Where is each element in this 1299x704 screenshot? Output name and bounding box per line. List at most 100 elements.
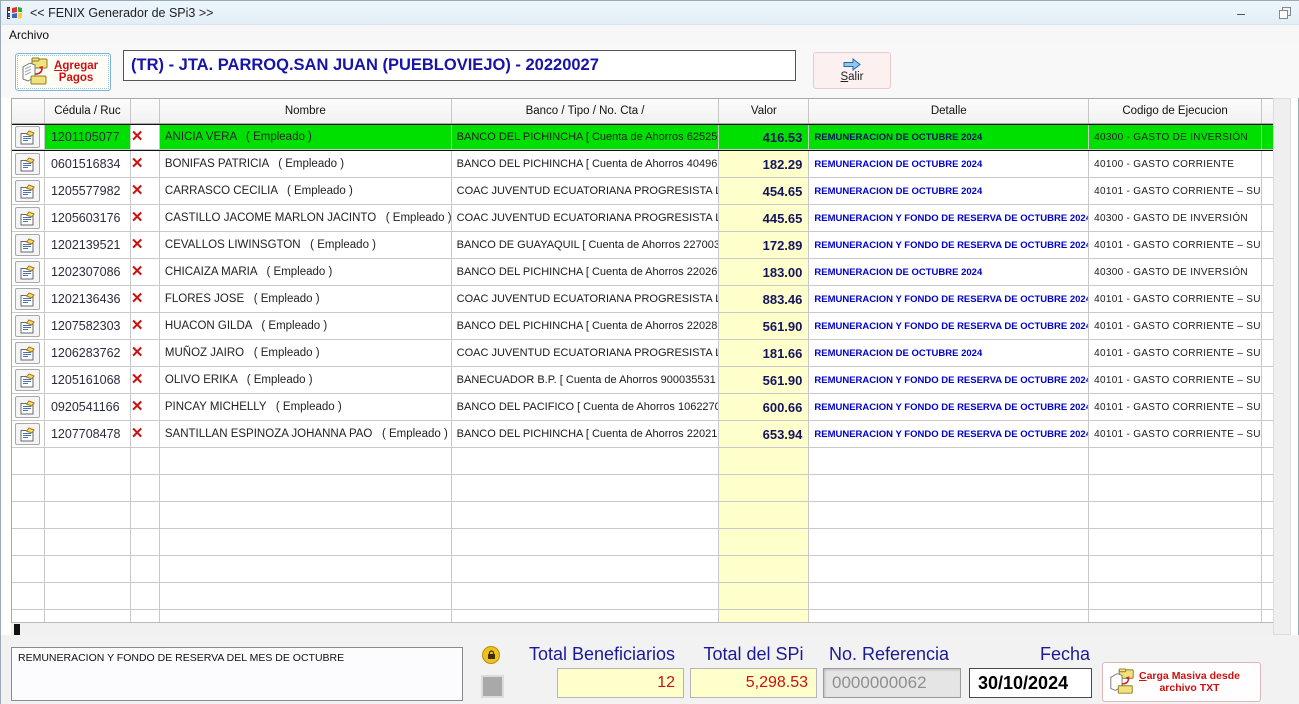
- valor-cell: [719, 475, 809, 502]
- table-row[interactable]: 1205603176 ✕ CASTILLO JACOME MARLON JACI…: [12, 205, 1273, 232]
- table-row[interactable]: 1206283762 ✕ MUÑOZ JAIRO ( Empleado ) CO…: [12, 340, 1273, 367]
- delete-row-button[interactable]: [131, 448, 160, 475]
- menu-archivo[interactable]: Archivo: [1, 25, 57, 46]
- edit-row-button[interactable]: [12, 421, 45, 448]
- header-banco[interactable]: Banco / Tipo / No. Cta /: [452, 99, 720, 123]
- row-filler: [1262, 259, 1273, 286]
- edit-row-button[interactable]: [12, 125, 45, 150]
- edit-record-icon: [15, 423, 40, 445]
- cedula-cell: 1205603176: [45, 205, 131, 232]
- table-row[interactable]: 1202136436 ✕ FLORES JOSE ( Empleado ) CO…: [12, 286, 1273, 313]
- delete-row-button[interactable]: [131, 475, 160, 502]
- spi-title-field[interactable]: (TR) - JTA. PARROQ.SAN JUAN (PUEBLOVIEJO…: [123, 50, 796, 81]
- cedula-cell: 1207582303: [45, 313, 131, 340]
- delete-row-button[interactable]: ✕: [131, 367, 160, 394]
- edit-row-button[interactable]: [12, 583, 45, 610]
- detalle-cell: REMUNERACION Y FONDO DE RESERVA DE OCTUB…: [809, 394, 1089, 421]
- agregar-pagos-label-line2: Pagos: [54, 72, 98, 84]
- delete-row-button[interactable]: ✕: [131, 313, 160, 340]
- edit-row-button[interactable]: [12, 232, 45, 259]
- horizontal-scroll-thumb[interactable]: [14, 624, 20, 635]
- table-row[interactable]: [12, 529, 1273, 556]
- delete-row-button[interactable]: ✕: [131, 421, 160, 448]
- nombre-cell: MUÑOZ JAIRO ( Empleado ): [160, 340, 452, 367]
- table-row[interactable]: [12, 556, 1273, 583]
- table-row[interactable]: 0920541166 ✕ PINCAY MICHELLY ( Empleado …: [12, 394, 1273, 421]
- header-codigo[interactable]: Codigo de Ejecucion: [1089, 99, 1262, 123]
- table-row[interactable]: [12, 475, 1273, 502]
- header-valor[interactable]: Valor: [719, 99, 809, 123]
- row-filler: [1262, 286, 1273, 313]
- cedula-cell: [45, 475, 131, 502]
- carga-masiva-button[interactable]: Carga Masiva desde archivo TXT: [1102, 662, 1261, 702]
- edit-row-button[interactable]: [12, 475, 45, 502]
- header-cedula[interactable]: Cédula / Ruc: [45, 99, 131, 123]
- table-row[interactable]: [12, 583, 1273, 610]
- delete-row-button[interactable]: ✕: [131, 178, 160, 205]
- header-detalle[interactable]: Detalle: [809, 99, 1089, 123]
- table-row[interactable]: 1207582303 ✕ HUACON GILDA ( Empleado ) B…: [12, 313, 1273, 340]
- edit-record-icon: [15, 207, 40, 229]
- edit-row-button[interactable]: [12, 178, 45, 205]
- table-row[interactable]: [12, 448, 1273, 475]
- edit-row-button[interactable]: [12, 502, 45, 529]
- total-beneficiarios-label: Total Beneficiarios: [516, 644, 688, 668]
- gray-toggle-button[interactable]: [481, 675, 504, 698]
- valor-cell: 181.66: [719, 340, 809, 367]
- edit-row-button[interactable]: [12, 151, 45, 178]
- table-row[interactable]: 1202307086 ✕ CHICAIZA MARIA ( Empleado )…: [12, 259, 1273, 286]
- horizontal-scrollbar[interactable]: [11, 622, 1273, 635]
- delete-x-icon: ✕: [131, 319, 144, 334]
- delete-row-button[interactable]: ✕: [131, 232, 160, 259]
- valor-cell: 600.66: [719, 394, 809, 421]
- delete-row-button[interactable]: ✕: [131, 125, 160, 150]
- row-filler: [1262, 529, 1273, 556]
- salir-button[interactable]: Salir: [813, 52, 891, 89]
- agregar-pagos-button[interactable]: Agregar Pagos: [15, 53, 111, 91]
- header-nombre[interactable]: Nombre: [160, 99, 452, 123]
- edit-row-button[interactable]: [12, 556, 45, 583]
- edit-row-button[interactable]: [12, 286, 45, 313]
- delete-row-button[interactable]: [131, 583, 160, 610]
- delete-row-button[interactable]: ✕: [131, 340, 160, 367]
- edit-row-button[interactable]: [12, 529, 45, 556]
- edit-row-button[interactable]: [12, 259, 45, 286]
- minimize-button[interactable]: –: [1226, 3, 1256, 23]
- fecha-field[interactable]: 30/10/2024: [969, 668, 1092, 698]
- delete-row-button[interactable]: [131, 529, 160, 556]
- delete-x-icon: ✕: [131, 400, 144, 415]
- vertical-scrollbar[interactable]: [1273, 98, 1291, 635]
- delete-row-button[interactable]: [131, 502, 160, 529]
- table-row[interactable]: 1207708478 ✕ SANTILLAN ESPINOZA JOHANNA …: [12, 421, 1273, 448]
- detalle-cell: REMUNERACION DE OCTUBRE 2024: [809, 259, 1089, 286]
- delete-row-button[interactable]: ✕: [131, 259, 160, 286]
- table-row[interactable]: 1201105077 ✕ ANICIA VERA ( Empleado ) BA…: [12, 124, 1273, 151]
- edit-row-button[interactable]: [12, 313, 45, 340]
- nombre-cell: [160, 529, 452, 556]
- salir-label: Salir: [840, 71, 863, 83]
- nombre-cell: CARRASCO CECILIA ( Empleado ): [160, 178, 452, 205]
- edit-row-button[interactable]: [12, 367, 45, 394]
- table-row[interactable]: [12, 502, 1273, 529]
- edit-row-button[interactable]: [12, 205, 45, 232]
- delete-row-button[interactable]: [131, 556, 160, 583]
- table-row[interactable]: 0601516834 ✕ BONIFAS PATRICIA ( Empleado…: [12, 151, 1273, 178]
- total-spi-value: 5,298.53: [690, 668, 817, 698]
- table-row[interactable]: 1205577982 ✕ CARRASCO CECILIA ( Empleado…: [12, 178, 1273, 205]
- delete-row-button[interactable]: ✕: [131, 286, 160, 313]
- valor-cell: 883.46: [719, 286, 809, 313]
- add-payments-folders-icon: [20, 57, 50, 87]
- table-row[interactable]: 1205161068 ✕ OLIVO ERIKA ( Empleado ) BA…: [12, 367, 1273, 394]
- restore-button[interactable]: [1270, 3, 1299, 23]
- comment-textarea[interactable]: REMUNERACION Y FONDO DE RESERVA DEL MES …: [11, 647, 463, 701]
- delete-row-button[interactable]: ✕: [131, 151, 160, 178]
- codigo-cell: 40100 - GASTO CORRIENTE: [1089, 151, 1262, 178]
- edit-row-button[interactable]: [12, 448, 45, 475]
- table-row[interactable]: 1202139521 ✕ CEVALLOS LIWINSGTON ( Emple…: [12, 232, 1273, 259]
- delete-row-button[interactable]: ✕: [131, 205, 160, 232]
- restore-icon: [1279, 7, 1291, 19]
- delete-row-button[interactable]: ✕: [131, 394, 160, 421]
- banco-cell: [452, 529, 720, 556]
- edit-row-button[interactable]: [12, 340, 45, 367]
- edit-row-button[interactable]: [12, 394, 45, 421]
